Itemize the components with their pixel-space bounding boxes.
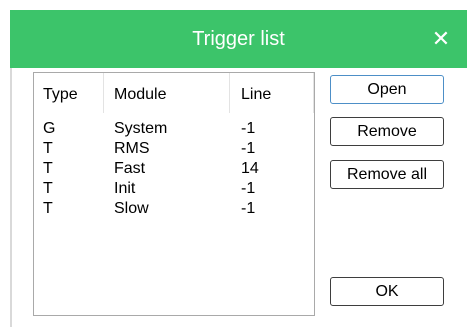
list-row[interactable]: T Slow -1 xyxy=(34,199,314,219)
cell-module: Fast xyxy=(114,160,146,177)
cell-type: T xyxy=(43,180,53,197)
list-header: Type Module Line xyxy=(34,73,314,113)
list-row[interactable]: T RMS -1 xyxy=(34,139,314,159)
cell-type: T xyxy=(43,160,53,177)
list-row[interactable]: T Init -1 xyxy=(34,179,314,199)
cell-type: T xyxy=(43,200,53,217)
list-rows: G System -1 T RMS -1 T Fast 14 T Init -1… xyxy=(34,119,314,219)
title-bar: Trigger list ✕ xyxy=(10,10,467,68)
ok-button[interactable]: OK xyxy=(330,277,444,306)
trigger-list-dialog: Trigger list ✕ Type Module Line G System… xyxy=(0,0,467,327)
dialog-title: Trigger list xyxy=(192,28,285,50)
cell-module: RMS xyxy=(114,140,150,157)
cell-type: G xyxy=(43,120,56,137)
list-row[interactable]: G System -1 xyxy=(34,119,314,139)
remove-button[interactable]: Remove xyxy=(330,117,444,146)
cell-line: -1 xyxy=(241,140,256,157)
cell-type: T xyxy=(43,140,53,157)
column-header-line[interactable]: Line xyxy=(230,73,314,113)
column-header-module[interactable]: Module xyxy=(104,73,230,113)
remove-all-button[interactable]: Remove all xyxy=(330,160,444,189)
trigger-listbox[interactable]: Type Module Line G System -1 T RMS -1 T … xyxy=(33,72,315,316)
cell-line: 14 xyxy=(241,160,259,177)
list-row[interactable]: T Fast 14 xyxy=(34,159,314,179)
cell-module: Slow xyxy=(114,200,149,217)
cell-line: -1 xyxy=(241,120,256,137)
open-button[interactable]: Open xyxy=(330,75,444,104)
cell-module: Init xyxy=(114,180,136,197)
close-icon[interactable]: ✕ xyxy=(419,10,463,68)
cell-module: System xyxy=(114,120,168,137)
column-header-type[interactable]: Type xyxy=(34,73,104,113)
cell-line: -1 xyxy=(241,200,256,217)
cell-line: -1 xyxy=(241,180,256,197)
